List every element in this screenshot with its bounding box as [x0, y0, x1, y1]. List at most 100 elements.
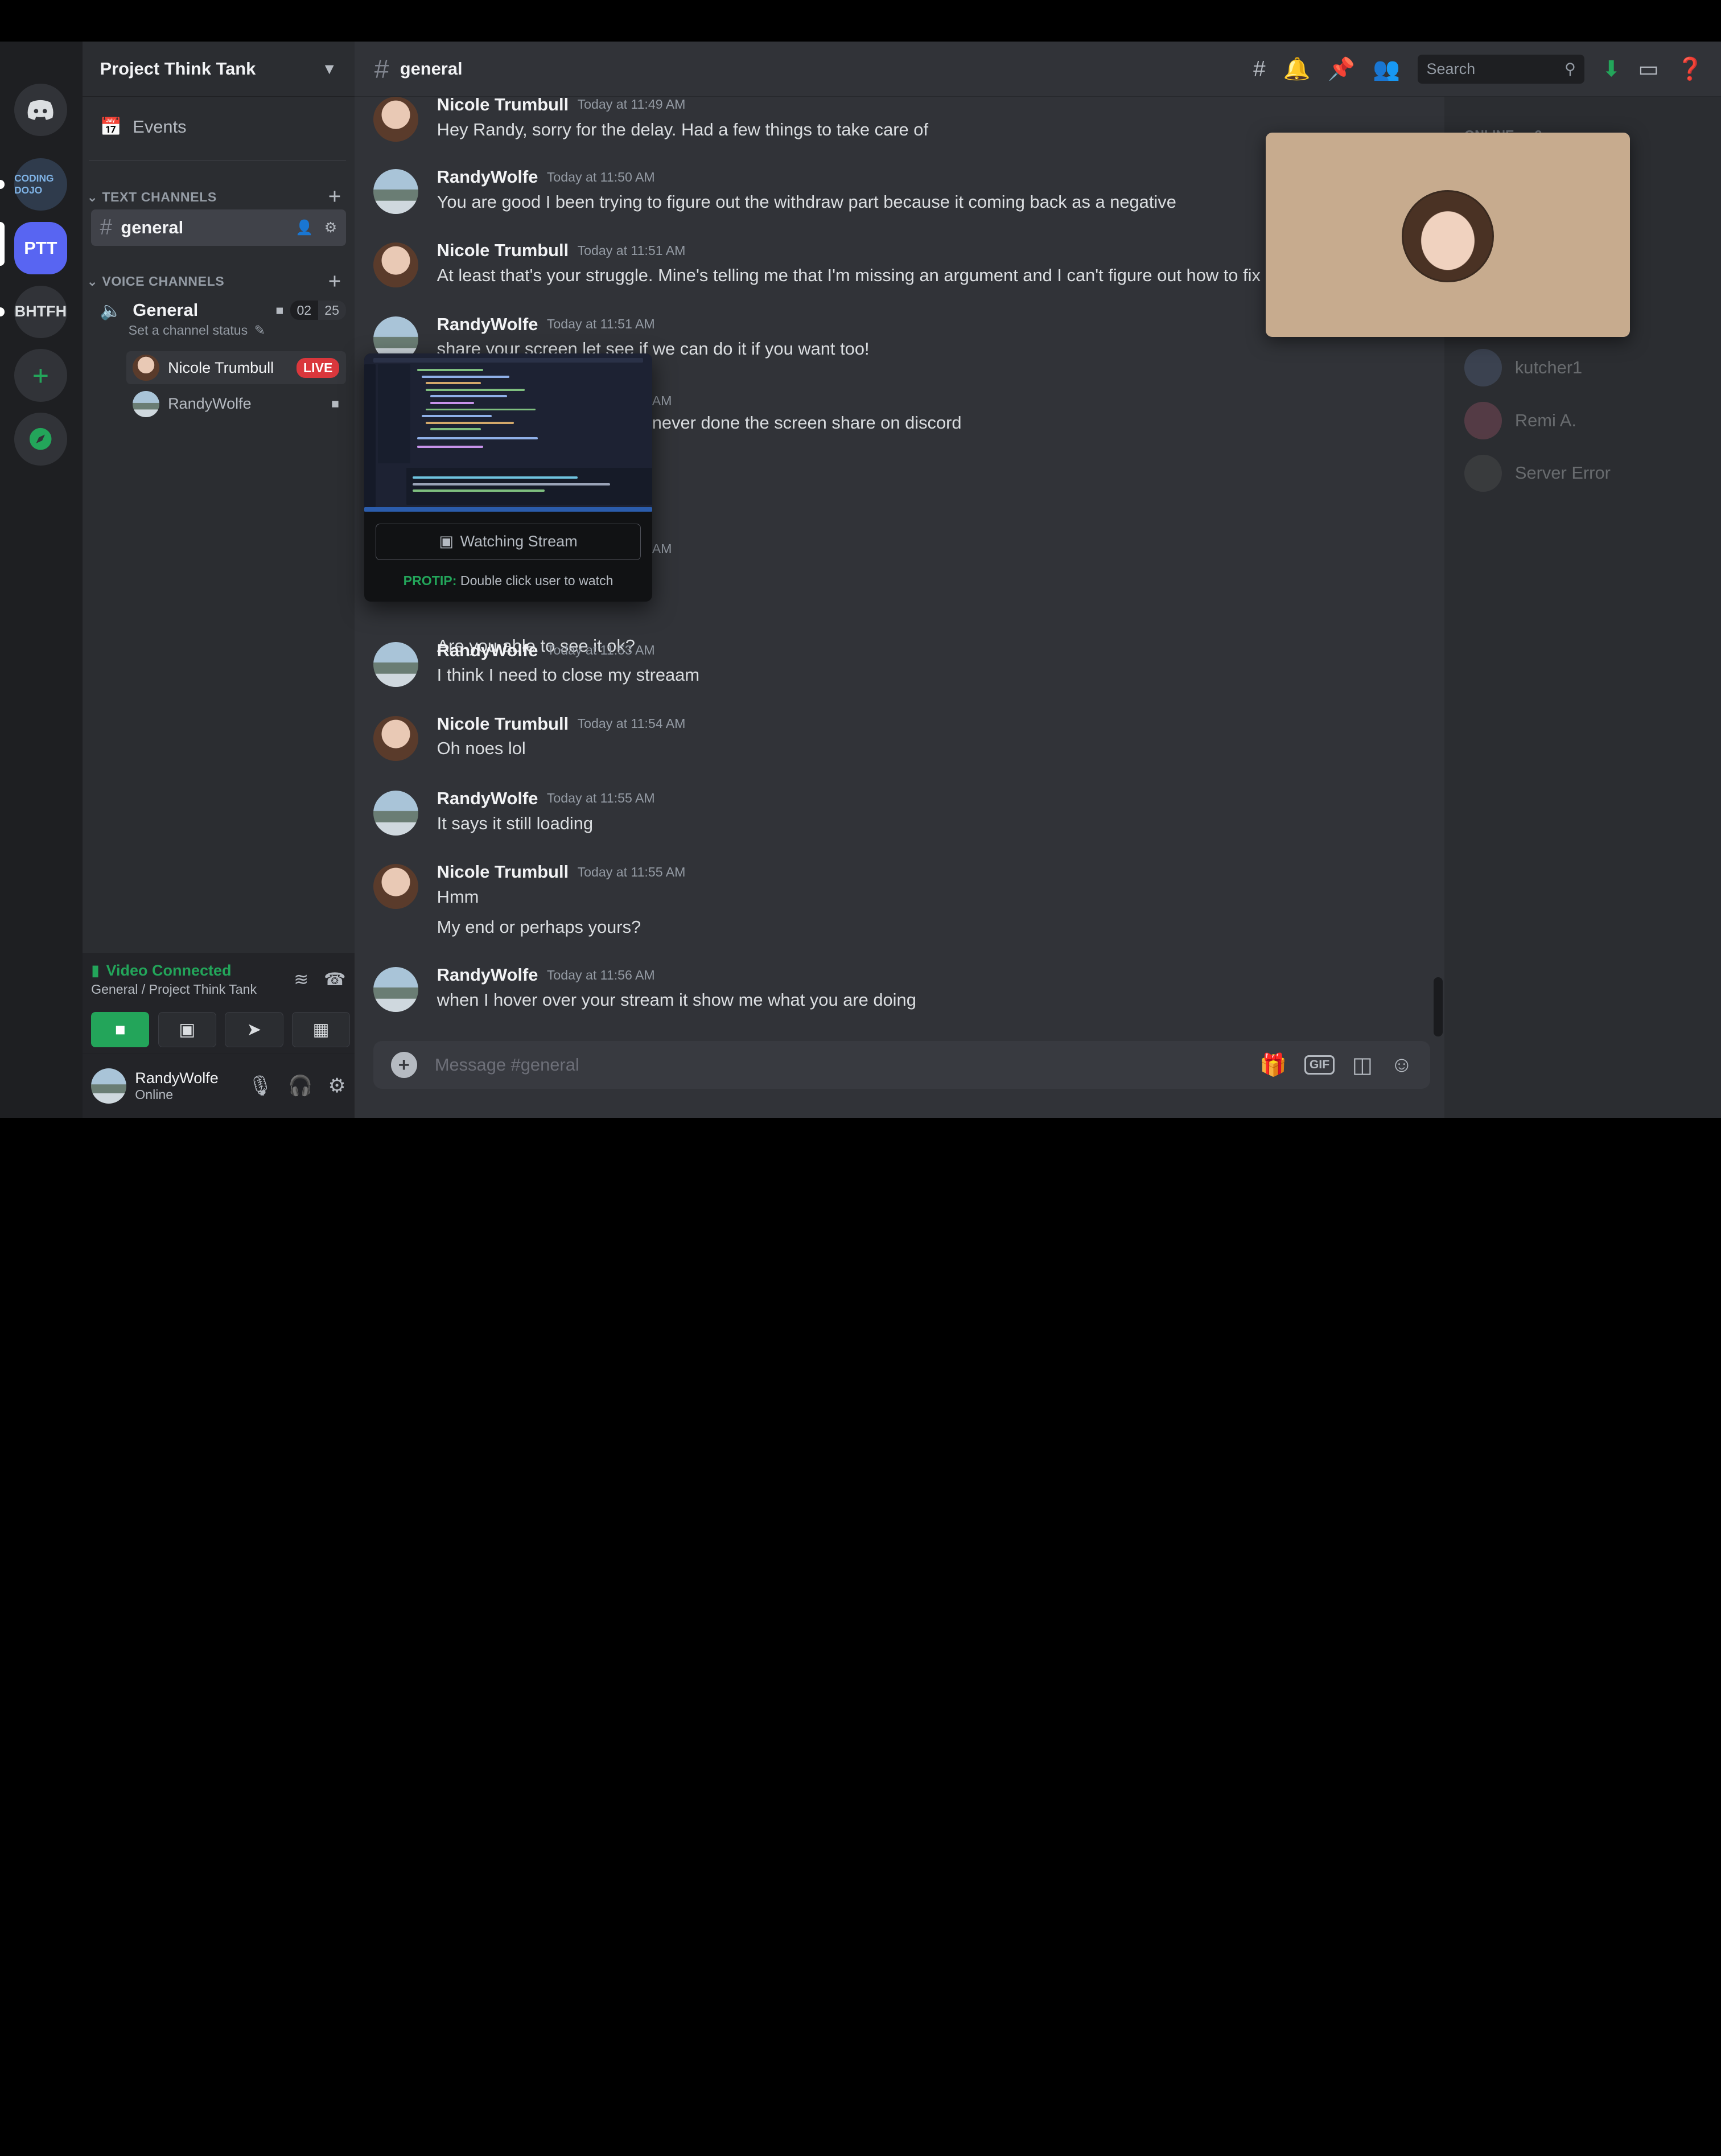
- chat-header: # general # 🔔 📌 👥 Search ⚲ ⬇ ▭ ❓: [355, 42, 1721, 97]
- channel-status[interactable]: Set a channel status ✎: [129, 323, 346, 338]
- code-line: [426, 382, 481, 385]
- member-item[interactable]: Server Error: [1464, 454, 1611, 492]
- avatar[interactable]: [373, 96, 418, 142]
- discord-home-icon[interactable]: [14, 83, 67, 137]
- live-badge: LIVE: [297, 357, 339, 378]
- message-author[interactable]: Nicole Trumbull: [437, 97, 569, 115]
- message-text: Hmm: [437, 886, 479, 907]
- message[interactable]: Nicole Trumbull Today at 11:55 AM Hmm My …: [373, 862, 685, 937]
- voice-user-nicole[interactable]: Nicole Trumbull LIVE: [126, 351, 346, 385]
- message[interactable]: Nicole Trumbull Today at 11:54 AM Oh noes…: [373, 714, 685, 761]
- message[interactable]: RandyWolfe Today at 11:53 AM I think I ne…: [373, 640, 699, 688]
- bhtfh-server-icon[interactable]: BHTFH: [14, 285, 67, 339]
- sticker-icon[interactable]: ◫: [1352, 1052, 1373, 1078]
- video-pip-window[interactable]: [1266, 133, 1631, 338]
- avatar[interactable]: [373, 864, 418, 910]
- message[interactable]: AM never done the screen share on discor…: [652, 393, 962, 434]
- gift-icon[interactable]: 🎁: [1259, 1052, 1287, 1078]
- scrollbar[interactable]: [1434, 977, 1443, 1036]
- add-channel-icon[interactable]: +: [328, 269, 341, 294]
- microphone-icon[interactable]: 🎙: [248, 1075, 273, 1097]
- headphones-icon[interactable]: 🎧: [288, 1075, 312, 1097]
- invite-icon[interactable]: 👤: [295, 220, 313, 236]
- events-item[interactable]: 📅 Events: [100, 116, 187, 137]
- gear-icon[interactable]: ⚙: [328, 1075, 345, 1097]
- activity-button[interactable]: ➤: [225, 1012, 283, 1048]
- user-panel: RandyWolfe Online 🎙 🎧 ⚙: [82, 1054, 355, 1118]
- message[interactable]: RandyWolfe Today at 11:56 AM when I hover…: [373, 965, 916, 1013]
- watching-stream-button[interactable]: ▣ Watching Stream: [375, 524, 641, 560]
- gif-icon[interactable]: GIF: [1304, 1055, 1335, 1075]
- voice-location: General / Project Think Tank: [91, 981, 257, 997]
- add-channel-icon[interactable]: +: [328, 184, 341, 209]
- disconnect-icon[interactable]: ☎: [324, 969, 345, 990]
- voice-channels-category[interactable]: ⌄ VOICE CHANNELS +: [87, 269, 341, 294]
- add-server-icon[interactable]: +: [14, 349, 67, 402]
- bell-icon[interactable]: 🔔: [1283, 56, 1310, 82]
- message[interactable]: RandyWolfe Today at 11:55 AM It says it s…: [373, 788, 655, 836]
- code-line: [417, 369, 483, 371]
- search-input[interactable]: Search ⚲: [1418, 55, 1585, 84]
- message-input[interactable]: Message #general: [435, 1055, 579, 1075]
- voice-status[interactable]: Video Connected: [106, 962, 232, 980]
- message-author[interactable]: RandyWolfe: [437, 167, 538, 187]
- avatar[interactable]: [91, 1068, 126, 1104]
- message[interactable]: Nicole Trumbull Today at 11:51 AM At leas…: [373, 240, 1274, 288]
- username: RandyWolfe: [135, 1069, 219, 1087]
- speaker-icon: 🔈: [100, 300, 122, 320]
- avatar[interactable]: [373, 715, 418, 761]
- editor-activity-bar: [364, 364, 376, 508]
- coding-dojo-server-icon[interactable]: CODING DOJO: [14, 158, 67, 211]
- signal-icon: ▮: [91, 961, 100, 979]
- compass-icon[interactable]: [14, 413, 67, 466]
- gear-icon[interactable]: ⚙: [324, 219, 337, 236]
- message[interactable]: RandyWolfe Today at 11:50 AM You are good…: [373, 167, 1176, 215]
- emoji-icon[interactable]: ☺: [1390, 1052, 1413, 1077]
- avatar[interactable]: [373, 790, 418, 836]
- editor-statusbar: [364, 507, 652, 512]
- avatar[interactable]: [373, 242, 418, 288]
- terminal-line: [413, 489, 545, 492]
- guild-header[interactable]: Project Think Tank ▼: [82, 42, 355, 97]
- member-item[interactable]: kutcher1: [1464, 349, 1582, 386]
- download-icon[interactable]: ⬇: [1602, 56, 1620, 82]
- code-line: [430, 428, 481, 431]
- ptt-server-icon[interactable]: PTT: [14, 221, 67, 275]
- message[interactable]: AM: [652, 541, 672, 557]
- voice-user-randy[interactable]: RandyWolfe ■: [126, 388, 346, 421]
- inbox-icon[interactable]: ▭: [1638, 56, 1658, 82]
- pin-icon[interactable]: 📌: [1328, 56, 1355, 82]
- share-screen-button[interactable]: ▣: [158, 1012, 216, 1048]
- avatar[interactable]: [373, 169, 418, 215]
- avatar[interactable]: [373, 967, 418, 1013]
- message-author[interactable]: Nicole Trumbull: [437, 240, 569, 261]
- message-author[interactable]: RandyWolfe: [437, 314, 538, 335]
- message-author[interactable]: RandyWolfe: [437, 965, 538, 985]
- message[interactable]: Nicole Trumbull Today at 11:49 AM Hey Ran…: [373, 96, 928, 142]
- channel-general[interactable]: # general 👤 ⚙: [91, 209, 346, 246]
- stream-preview-popup: ▣ Watching Stream PROTIP: Double click u…: [364, 353, 652, 602]
- channel-status-text: Set a channel status: [128, 323, 248, 338]
- stream-preview-thumbnail[interactable]: [364, 353, 652, 512]
- message-composer[interactable]: + Message #general 🎁 GIF ◫ ☺: [373, 1040, 1431, 1089]
- message-author[interactable]: Nicole Trumbull: [437, 862, 569, 882]
- counter-current: 02: [290, 300, 318, 320]
- threads-icon[interactable]: #: [1253, 57, 1265, 82]
- message-author[interactable]: RandyWolfe: [437, 788, 538, 809]
- text-channels-category[interactable]: ⌄ TEXT CHANNELS +: [87, 184, 341, 209]
- soundboard-button[interactable]: ▦: [292, 1012, 351, 1048]
- message-author[interactable]: Nicole Trumbull: [437, 714, 569, 734]
- camera-button[interactable]: ■: [91, 1012, 150, 1048]
- avatar[interactable]: [373, 642, 418, 688]
- add-server-label: +: [32, 359, 49, 392]
- protip-label: PROTIP:: [403, 573, 457, 588]
- help-icon[interactable]: ❓: [1677, 56, 1704, 82]
- attach-plus-icon[interactable]: +: [390, 1051, 417, 1079]
- message-author[interactable]: RandyWolfe: [437, 640, 538, 661]
- member-item[interactable]: Remi A.: [1464, 401, 1576, 439]
- members-icon[interactable]: 👥: [1373, 56, 1400, 82]
- editor-terminal: [406, 467, 652, 505]
- code-line: [430, 395, 508, 398]
- noise-suppression-icon[interactable]: ≋: [294, 969, 308, 990]
- voice-channel-general[interactable]: 🔈 General ■ 02 25 Set a channel status ✎: [100, 300, 346, 339]
